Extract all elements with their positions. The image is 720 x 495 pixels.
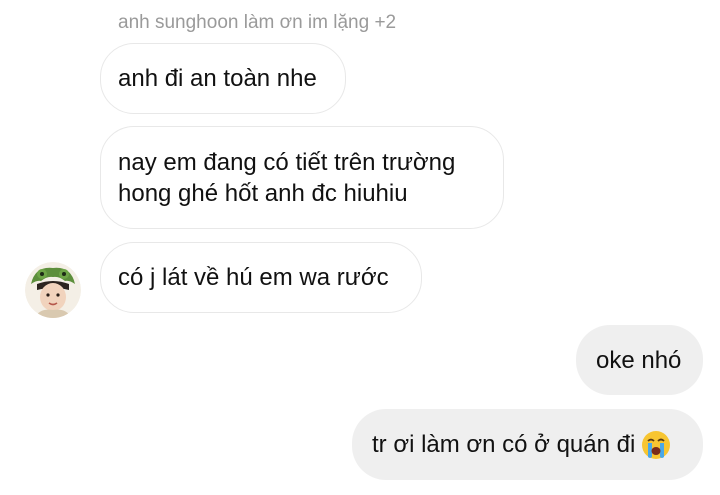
loudly-crying-face-icon [641,430,671,460]
message-text-line-1: nay em đang có tiết trên trường [118,148,456,176]
message-text-line-2: hong ghé hốt anh đc hiuhiu [118,179,408,207]
sender-name-label: anh sunghoon làm ơn im lặng +2 [118,12,397,33]
message-text: có j lát về hú em wa rước [118,264,389,291]
message-text: oke nhó [596,346,682,374]
message-text: anh đi an toàn nhe [118,65,317,92]
message-bubble-incoming-2[interactable]: nay em đang có tiết trên trường hong ghé… [100,126,504,229]
avatar-icon [25,262,81,318]
message-bubble-outgoing-1[interactable]: oke nhó [576,325,703,395]
message-text: tr ơi làm ơn có ở quán đi [372,431,636,458]
message-bubble-outgoing-2[interactable]: tr ơi làm ơn có ở quán đi [352,409,703,480]
message-bubble-incoming-3[interactable]: có j lát về hú em wa rước [100,242,422,313]
avatar[interactable] [25,262,81,318]
message-bubble-incoming-1[interactable]: anh đi an toàn nhe [100,43,346,114]
